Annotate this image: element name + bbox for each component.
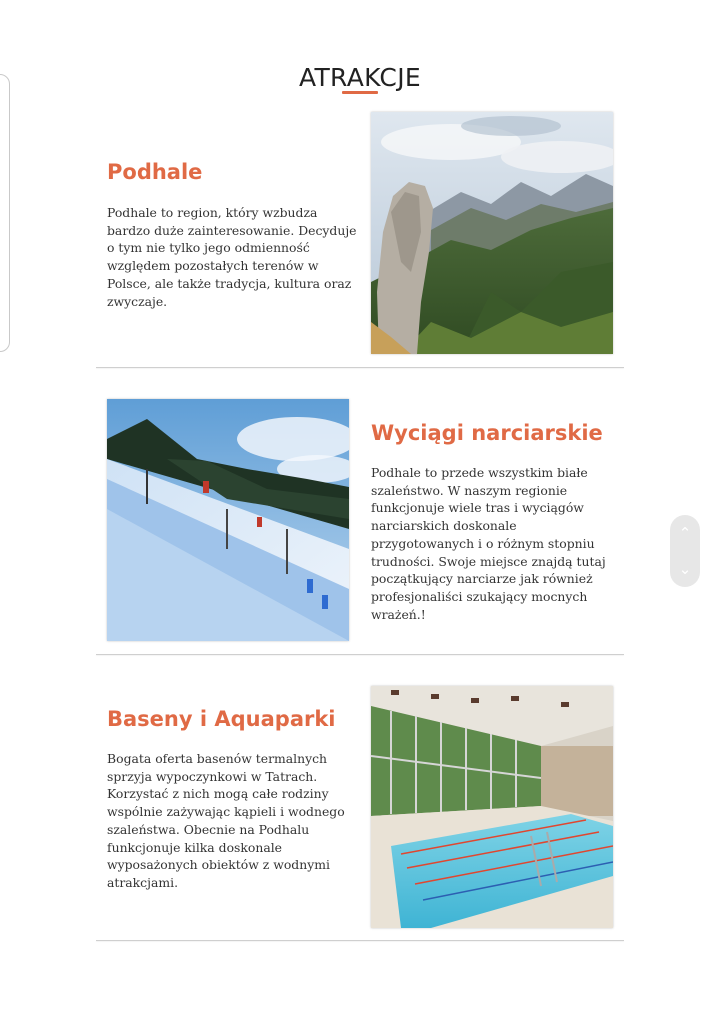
section-title-pools: Baseny i Aquaparki [107,707,336,731]
section-text-ski-lifts: Podhale to przede wszystkim białe szaleń… [371,465,606,622]
section-divider [96,940,624,941]
section-text-podhale: Podhale to region, który wzbudza bardzo … [107,205,357,309]
side-drawer-handle[interactable] [0,74,10,352]
section-title-ski-lifts: Wyciągi narciarskie [371,421,603,445]
section-divider [96,654,624,655]
section-text-pools: Bogata oferta basenów termalnych sprzyja… [107,751,345,890]
scroll-up-button[interactable]: ⌃ [670,515,700,551]
chevron-up-icon: ⌃ [678,524,692,542]
indoor-pool-photo [371,686,613,928]
mountain-landscape-photo [371,112,613,354]
section-title-podhale: Podhale [107,160,203,184]
section-divider [96,367,624,368]
scroll-down-button[interactable]: ⌄ [670,551,700,587]
page-title: ATRAKCJE [299,62,421,92]
chevron-down-icon: ⌄ [678,560,692,578]
scroll-control: ⌃ ⌄ [670,515,700,587]
title-underline [342,91,378,94]
ski-slope-photo [107,399,349,641]
